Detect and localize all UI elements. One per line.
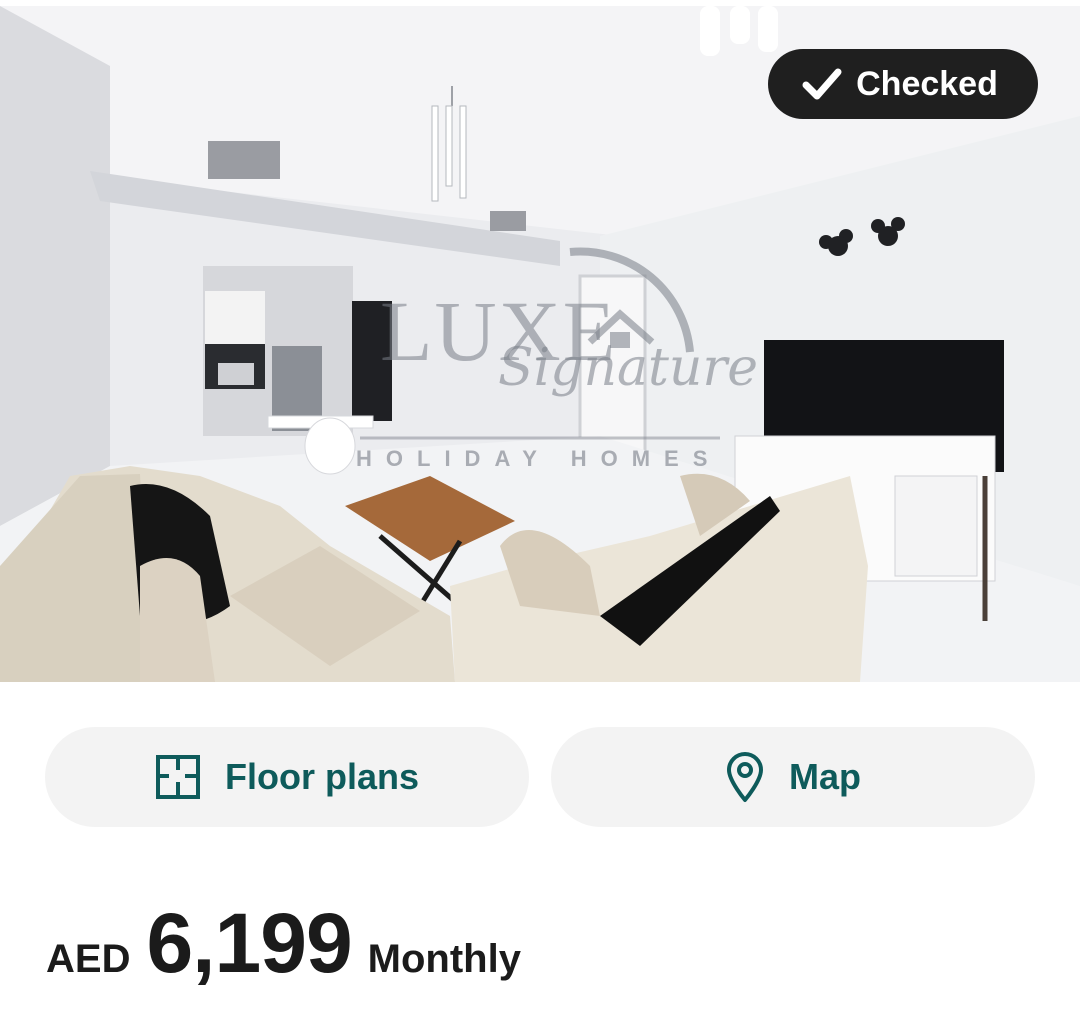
location-pin-icon — [725, 751, 765, 803]
listing-photo[interactable]: LUXE Signature HOLIDAY HOMES Checked — [0, 6, 1080, 682]
checkmark-icon — [802, 67, 842, 101]
badge-label: Checked — [856, 64, 998, 103]
price-row: AED 6,199 Monthly — [46, 895, 521, 992]
map-button[interactable]: Map — [551, 727, 1035, 827]
checked-badge: Checked — [768, 49, 1038, 119]
floor-plan-icon — [155, 754, 201, 800]
price-amount: 6,199 — [146, 896, 352, 990]
price-period: Monthly — [367, 937, 521, 981]
floor-plans-label: Floor plans — [224, 756, 419, 797]
price-currency: AED — [46, 937, 131, 981]
floor-plans-button[interactable]: Floor plans — [45, 727, 529, 827]
map-label: Map — [789, 756, 861, 797]
